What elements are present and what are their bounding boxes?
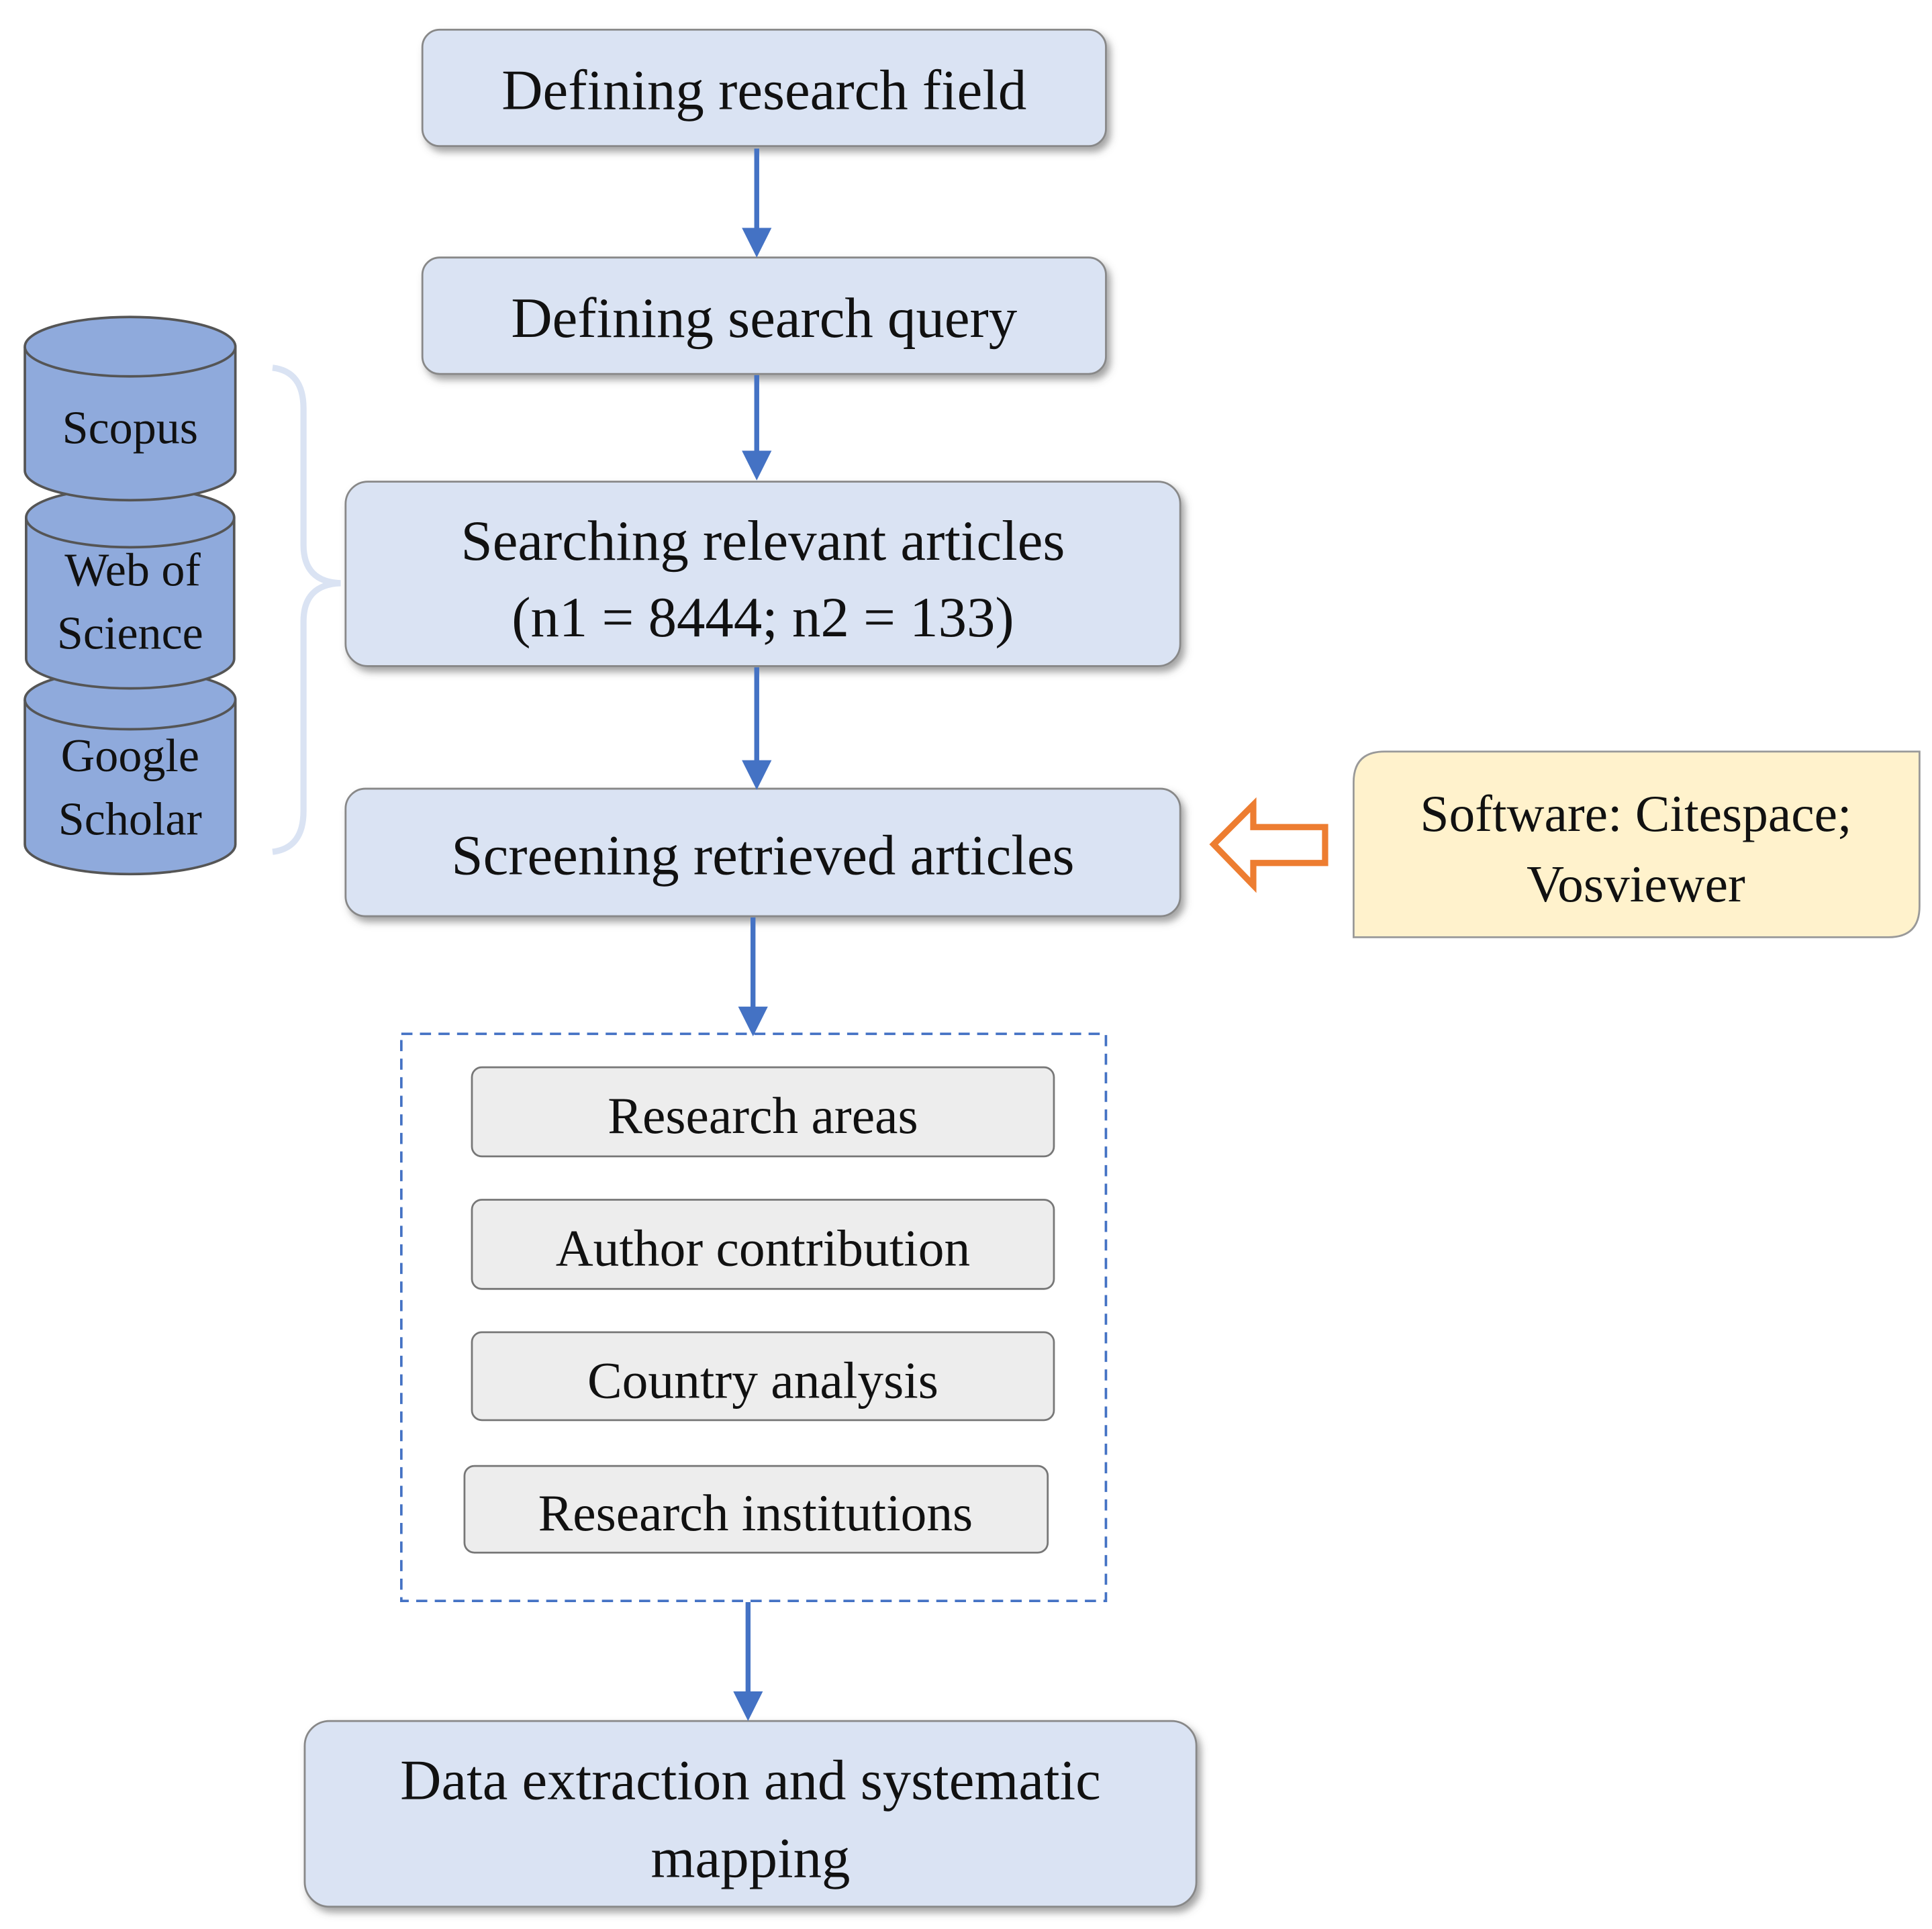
- analysis-research-areas: Research areas: [471, 1066, 1055, 1158]
- left-arrow-icon: [1209, 797, 1329, 893]
- analysis-research-institutions: Research institutions: [463, 1465, 1049, 1554]
- step-label: Screening retrieved articles: [451, 824, 1074, 887]
- svg-text:Science: Science: [57, 608, 203, 660]
- step-search-articles: Searching relevant articles (n1 = 8444; …: [344, 481, 1181, 667]
- analysis-label: Country analysis: [587, 1352, 938, 1409]
- flowchart: Defining research field Defining search …: [23, 28, 1921, 1908]
- step-define-query: Defining search query: [421, 256, 1107, 375]
- analysis-label: Research institutions: [538, 1484, 973, 1542]
- database-stack: Google Scholar Web of Science Scopus: [23, 315, 237, 876]
- curly-brace: [272, 364, 341, 855]
- database-scopus-icon: Scopus: [23, 315, 237, 502]
- step-label: Defining research field: [501, 58, 1026, 121]
- step-label: Data extraction and systematic: [400, 1748, 1101, 1812]
- svg-text:Scopus: Scopus: [62, 402, 198, 454]
- svg-text:Scholar: Scholar: [58, 793, 202, 845]
- step-screening: Screening retrieved articles: [344, 787, 1181, 918]
- analysis-label: Author contribution: [556, 1219, 971, 1277]
- search-counts: (n1 = 8444; n2 = 133): [512, 586, 1014, 649]
- step-label: mapping: [651, 1827, 851, 1890]
- analysis-label: Research areas: [608, 1087, 918, 1144]
- svg-text:Google: Google: [61, 730, 199, 782]
- step-define-field: Defining research field: [421, 28, 1107, 148]
- software-label: Software: Citespace;: [1420, 785, 1851, 842]
- step-label: Searching relevant articles: [461, 509, 1065, 573]
- svg-text:Web of: Web of: [64, 545, 201, 597]
- database-web-of-science-icon: Web of Science: [25, 486, 236, 690]
- step-label: Defining search query: [511, 287, 1017, 350]
- software-label: Vosviewer: [1527, 855, 1745, 913]
- software-note: Software: Citespace; Vosviewer: [1352, 750, 1921, 938]
- step-data-extraction: Data extraction and systematic mapping: [303, 1720, 1198, 1908]
- analysis-country: Country analysis: [471, 1331, 1055, 1422]
- analysis-author-contribution: Author contribution: [471, 1199, 1055, 1290]
- database-google-scholar-icon: Google Scholar: [23, 669, 237, 876]
